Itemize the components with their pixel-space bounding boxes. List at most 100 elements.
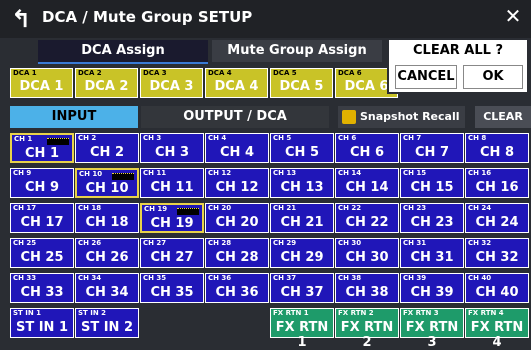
channel-button-29[interactable]: CH 29 CH 29 xyxy=(270,238,334,268)
channel-button-7[interactable]: CH 7 CH 7 xyxy=(400,133,464,163)
channel-button-1[interactable]: CH 1 CH 1 xyxy=(10,133,74,163)
segment-input[interactable]: INPUT xyxy=(10,106,138,128)
channel-small-label: CH 29 xyxy=(273,239,297,247)
segment-output-dca[interactable]: OUTPUT / DCA xyxy=(141,106,329,128)
channel-label: CH 30 xyxy=(345,250,389,265)
channel-small-label: FX RTN 2 xyxy=(338,309,374,317)
channel-label: CH 16 xyxy=(475,180,519,195)
dca-small-label: DCA 5 xyxy=(273,69,297,77)
back-arrow-icon[interactable]: ↰ xyxy=(6,4,36,34)
channel-button-34[interactable]: CH 34 CH 34 xyxy=(75,273,139,303)
channel-small-label: FX RTN 4 xyxy=(468,309,504,317)
channel-label: CH 19 xyxy=(150,216,194,231)
channel-button-11[interactable]: CH 11 CH 11 xyxy=(140,168,204,198)
channel-small-label: CH 13 xyxy=(273,169,297,177)
dca-small-label: DCA 1 xyxy=(13,69,37,77)
channel-label: CH 23 xyxy=(410,215,454,230)
channel-button-6[interactable]: CH 6 CH 6 xyxy=(335,133,399,163)
channel-small-label: CH 19 xyxy=(144,205,168,213)
channel-button-21[interactable]: CH 21 CH 21 xyxy=(270,203,334,233)
channel-button-25[interactable]: CH 25 CH 25 xyxy=(10,238,74,268)
channel-button-23[interactable]: CH 23 CH 23 xyxy=(400,203,464,233)
tab-dca-assign[interactable]: DCA Assign xyxy=(38,40,208,64)
channel-button-18[interactable]: CH 18 CH 18 xyxy=(75,203,139,233)
channel-button-17[interactable]: CH 17 CH 17 xyxy=(10,203,74,233)
dialog-title: CLEAR ALL ? xyxy=(413,43,503,58)
channel-button-35[interactable]: CH 35 CH 35 xyxy=(140,273,204,303)
dca-5-button[interactable]: DCA 5 DCA 5 xyxy=(270,68,333,98)
snapshot-recall-safe-button[interactable]: Snapshot Recall Safe xyxy=(338,106,465,145)
channel-small-label: CH 33 xyxy=(13,274,37,282)
channel-small-label: CH 7 xyxy=(403,134,422,142)
channel-label: CH 9 xyxy=(25,180,59,195)
channel-small-label: FX RTN 3 xyxy=(403,309,439,317)
channel-button-5[interactable]: CH 5 CH 5 xyxy=(270,133,334,163)
channel-label: CH 20 xyxy=(215,215,259,230)
dca-1-button[interactable]: DCA 1 DCA 1 xyxy=(10,68,73,98)
channel-button-24[interactable]: CH 24 CH 24 xyxy=(465,203,529,233)
channel-small-label: CH 36 xyxy=(208,274,232,282)
channel-small-label: CH 14 xyxy=(338,169,362,177)
stereo-input-button-1[interactable]: ST IN 1 ST IN 1 xyxy=(10,308,74,338)
assign-indicator xyxy=(112,173,134,180)
close-icon[interactable]: ✕ xyxy=(500,3,526,29)
fx-return-button-5[interactable]: FX RTN 3 FX RTN 3 xyxy=(400,308,464,350)
channel-label: CH 5 xyxy=(285,145,319,160)
channel-button-10[interactable]: CH 10 CH 10 xyxy=(75,168,139,198)
channel-button-8[interactable]: CH 8 CH 8 xyxy=(465,133,529,163)
channel-label: CH 11 xyxy=(150,180,194,195)
channel-label: CH 17 xyxy=(20,215,64,230)
channel-button-16[interactable]: CH 16 CH 16 xyxy=(465,168,529,198)
dca-2-button[interactable]: DCA 2 DCA 2 xyxy=(75,68,138,98)
channel-button-20[interactable]: CH 20 CH 20 xyxy=(205,203,269,233)
dca-3-button[interactable]: DCA 3 DCA 3 xyxy=(140,68,203,98)
channel-label: CH 18 xyxy=(85,215,129,230)
channel-button-15[interactable]: CH 15 CH 15 xyxy=(400,168,464,198)
channel-button-31[interactable]: CH 31 CH 31 xyxy=(400,238,464,268)
ok-button[interactable]: OK xyxy=(463,65,523,89)
channel-button-14[interactable]: CH 14 CH 14 xyxy=(335,168,399,198)
channel-button-2[interactable]: CH 2 CH 2 xyxy=(75,133,139,163)
lock-icon xyxy=(342,110,356,124)
channel-button-39[interactable]: CH 39 CH 39 xyxy=(400,273,464,303)
fx-return-button-3[interactable]: FX RTN 1 FX RTN 1 xyxy=(270,308,334,350)
dca-label: DCA 2 xyxy=(84,79,129,94)
channel-small-label: CH 39 xyxy=(403,274,427,282)
channel-button-33[interactable]: CH 33 CH 33 xyxy=(10,273,74,303)
channel-label: CH 37 xyxy=(280,285,324,300)
channel-button-12[interactable]: CH 12 CH 12 xyxy=(205,168,269,198)
channel-label: CH 6 xyxy=(350,145,384,160)
dca-4-button[interactable]: DCA 4 DCA 4 xyxy=(205,68,268,98)
channel-label: CH 15 xyxy=(410,180,454,195)
channel-button-13[interactable]: CH 13 CH 13 xyxy=(270,168,334,198)
cancel-button[interactable]: CANCEL xyxy=(395,65,457,89)
stereo-input-button-2[interactable]: ST IN 2 ST IN 2 xyxy=(75,308,139,338)
channel-button-28[interactable]: CH 28 CH 28 xyxy=(205,238,269,268)
channel-small-label: CH 26 xyxy=(78,239,102,247)
channel-button-40[interactable]: CH 40 CH 40 xyxy=(465,273,529,303)
channel-small-label: CH 3 xyxy=(143,134,162,142)
clear-all-button[interactable]: CLEAR ALL xyxy=(475,106,531,145)
channel-button-36[interactable]: CH 36 CH 36 xyxy=(205,273,269,303)
channel-label: CH 27 xyxy=(150,250,194,265)
channel-label: CH 34 xyxy=(85,285,129,300)
channel-button-19[interactable]: CH 19 CH 19 xyxy=(140,203,204,233)
channel-button-22[interactable]: CH 22 CH 22 xyxy=(335,203,399,233)
channel-button-38[interactable]: CH 38 CH 38 xyxy=(335,273,399,303)
fx-return-button-4[interactable]: FX RTN 2 FX RTN 2 xyxy=(335,308,399,350)
tab-mute-group-assign[interactable]: Mute Group Assign xyxy=(212,40,382,62)
channel-button-4[interactable]: CH 4 CH 4 xyxy=(205,133,269,163)
channel-button-3[interactable]: CH 3 CH 3 xyxy=(140,133,204,163)
channel-button-30[interactable]: CH 30 CH 30 xyxy=(335,238,399,268)
channel-label: ST IN 1 xyxy=(15,320,69,335)
channel-small-label: CH 30 xyxy=(338,239,362,247)
fx-return-button-6[interactable]: FX RTN 4 FX RTN 4 xyxy=(465,308,529,350)
channel-button-9[interactable]: CH 9 CH 9 xyxy=(10,168,74,198)
channel-small-label: CH 2 xyxy=(78,134,97,142)
channel-small-label: CH 21 xyxy=(273,204,297,212)
channel-button-27[interactable]: CH 27 CH 27 xyxy=(140,238,204,268)
channel-button-26[interactable]: CH 26 CH 26 xyxy=(75,238,139,268)
channel-button-32[interactable]: CH 32 CH 32 xyxy=(465,238,529,268)
channel-button-37[interactable]: CH 37 CH 37 xyxy=(270,273,334,303)
channel-label: CH 1 xyxy=(25,146,59,161)
